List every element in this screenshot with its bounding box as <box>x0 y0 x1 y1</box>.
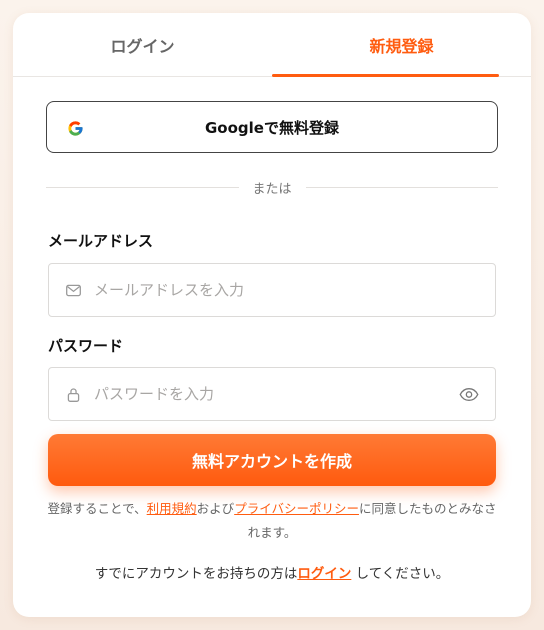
divider-line-right <box>305 186 499 188</box>
email-label: メールアドレス <box>48 232 154 250</box>
google-button-label: Googleで無料登録 <box>205 118 339 137</box>
divider-line-left <box>46 186 239 188</box>
google-signup-button[interactable]: Googleで無料登録 <box>46 101 498 153</box>
tab-signup[interactable]: 新規登録 <box>272 13 531 76</box>
create-account-button[interactable]: 無料アカウントを作成 <box>48 434 496 486</box>
tab-signup-label: 新規登録 <box>369 36 434 56</box>
login-link[interactable]: ログイン <box>297 566 351 582</box>
eye-icon[interactable] <box>459 386 479 403</box>
active-tab-indicator <box>272 74 499 77</box>
already-prefix: すでにアカウントをお持ちの方は <box>94 566 298 582</box>
already-have-account: すでにアカウントをお持ちの方はログイン してください。 <box>13 562 531 582</box>
terms-notice: 登録することで、利用規約およびプライバシーポリシーに同意したものとみなされます。 <box>46 497 498 545</box>
auth-tabs: ログイン 新規登録 <box>13 13 531 77</box>
create-account-label: 無料アカウントを作成 <box>191 454 352 471</box>
privacy-policy-link[interactable]: プライバシーポリシー <box>234 501 359 516</box>
already-suffix: してください。 <box>351 566 450 582</box>
email-field-box <box>48 263 496 317</box>
email-input[interactable] <box>94 264 454 316</box>
google-logo-icon <box>68 121 83 136</box>
signup-card: ログイン 新規登録 Googleで無料登録 または メールアドレス パスワード <box>13 13 531 617</box>
password-input[interactable] <box>94 368 454 420</box>
password-label: パスワード <box>48 337 124 355</box>
lock-icon <box>67 388 80 402</box>
terms-of-service-link[interactable]: 利用規約 <box>147 501 197 516</box>
or-divider: または <box>46 177 499 197</box>
terms-middle: および <box>196 501 235 516</box>
terms-prefix: 登録することで、 <box>47 501 147 516</box>
password-field-box <box>48 367 496 421</box>
tab-login-label: ログイン <box>110 36 175 56</box>
divider-text: または <box>252 181 292 197</box>
mail-icon <box>66 284 81 297</box>
tab-login[interactable]: ログイン <box>13 13 272 76</box>
